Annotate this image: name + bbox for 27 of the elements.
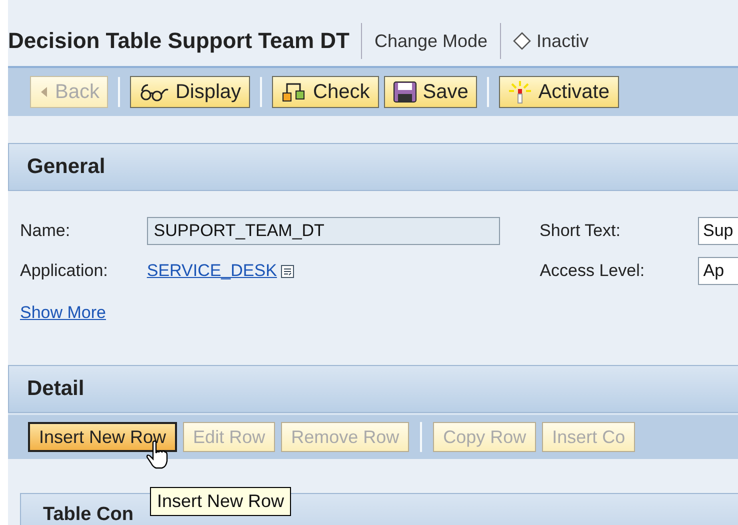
- short-text-field[interactable]: Sup: [698, 217, 738, 245]
- details-icon[interactable]: [280, 264, 294, 278]
- status-text: Inactiv: [536, 30, 589, 52]
- candle-icon: [508, 80, 532, 104]
- access-level-field[interactable]: Ap: [698, 257, 738, 285]
- section-header: Detail: [8, 365, 738, 413]
- field-label: Application:: [20, 261, 109, 281]
- application-link[interactable]: SERVICE_DESK: [146, 261, 277, 281]
- name-field[interactable]: SUPPORT_TEAM_DT: [146, 217, 500, 245]
- field-label: Short Text:: [540, 221, 622, 241]
- toolbar-button[interactable]: Activate: [499, 76, 618, 108]
- save-icon: [392, 81, 417, 103]
- mode-text: Change Mode: [374, 30, 488, 52]
- toolbar-button[interactable]: Display: [130, 76, 250, 108]
- page-title: Decision Table Support Team DT: [8, 28, 350, 54]
- show-more-link[interactable]: Show More: [20, 303, 106, 323]
- field-label: Name:: [20, 221, 72, 241]
- section-header: General: [8, 143, 738, 191]
- tooltip: Insert New Row: [150, 487, 292, 516]
- back-arrow-icon: [39, 85, 49, 99]
- toolbar-button[interactable]: Save: [384, 76, 478, 108]
- toolbar-button[interactable]: Insert New Row: [28, 422, 178, 452]
- diamond-icon: [512, 32, 531, 50]
- toolbar-button[interactable]: Check: [272, 76, 379, 108]
- field-label: Access Level:: [540, 261, 646, 281]
- glasses-icon: [139, 82, 170, 102]
- hierarchy-icon: [281, 81, 308, 103]
